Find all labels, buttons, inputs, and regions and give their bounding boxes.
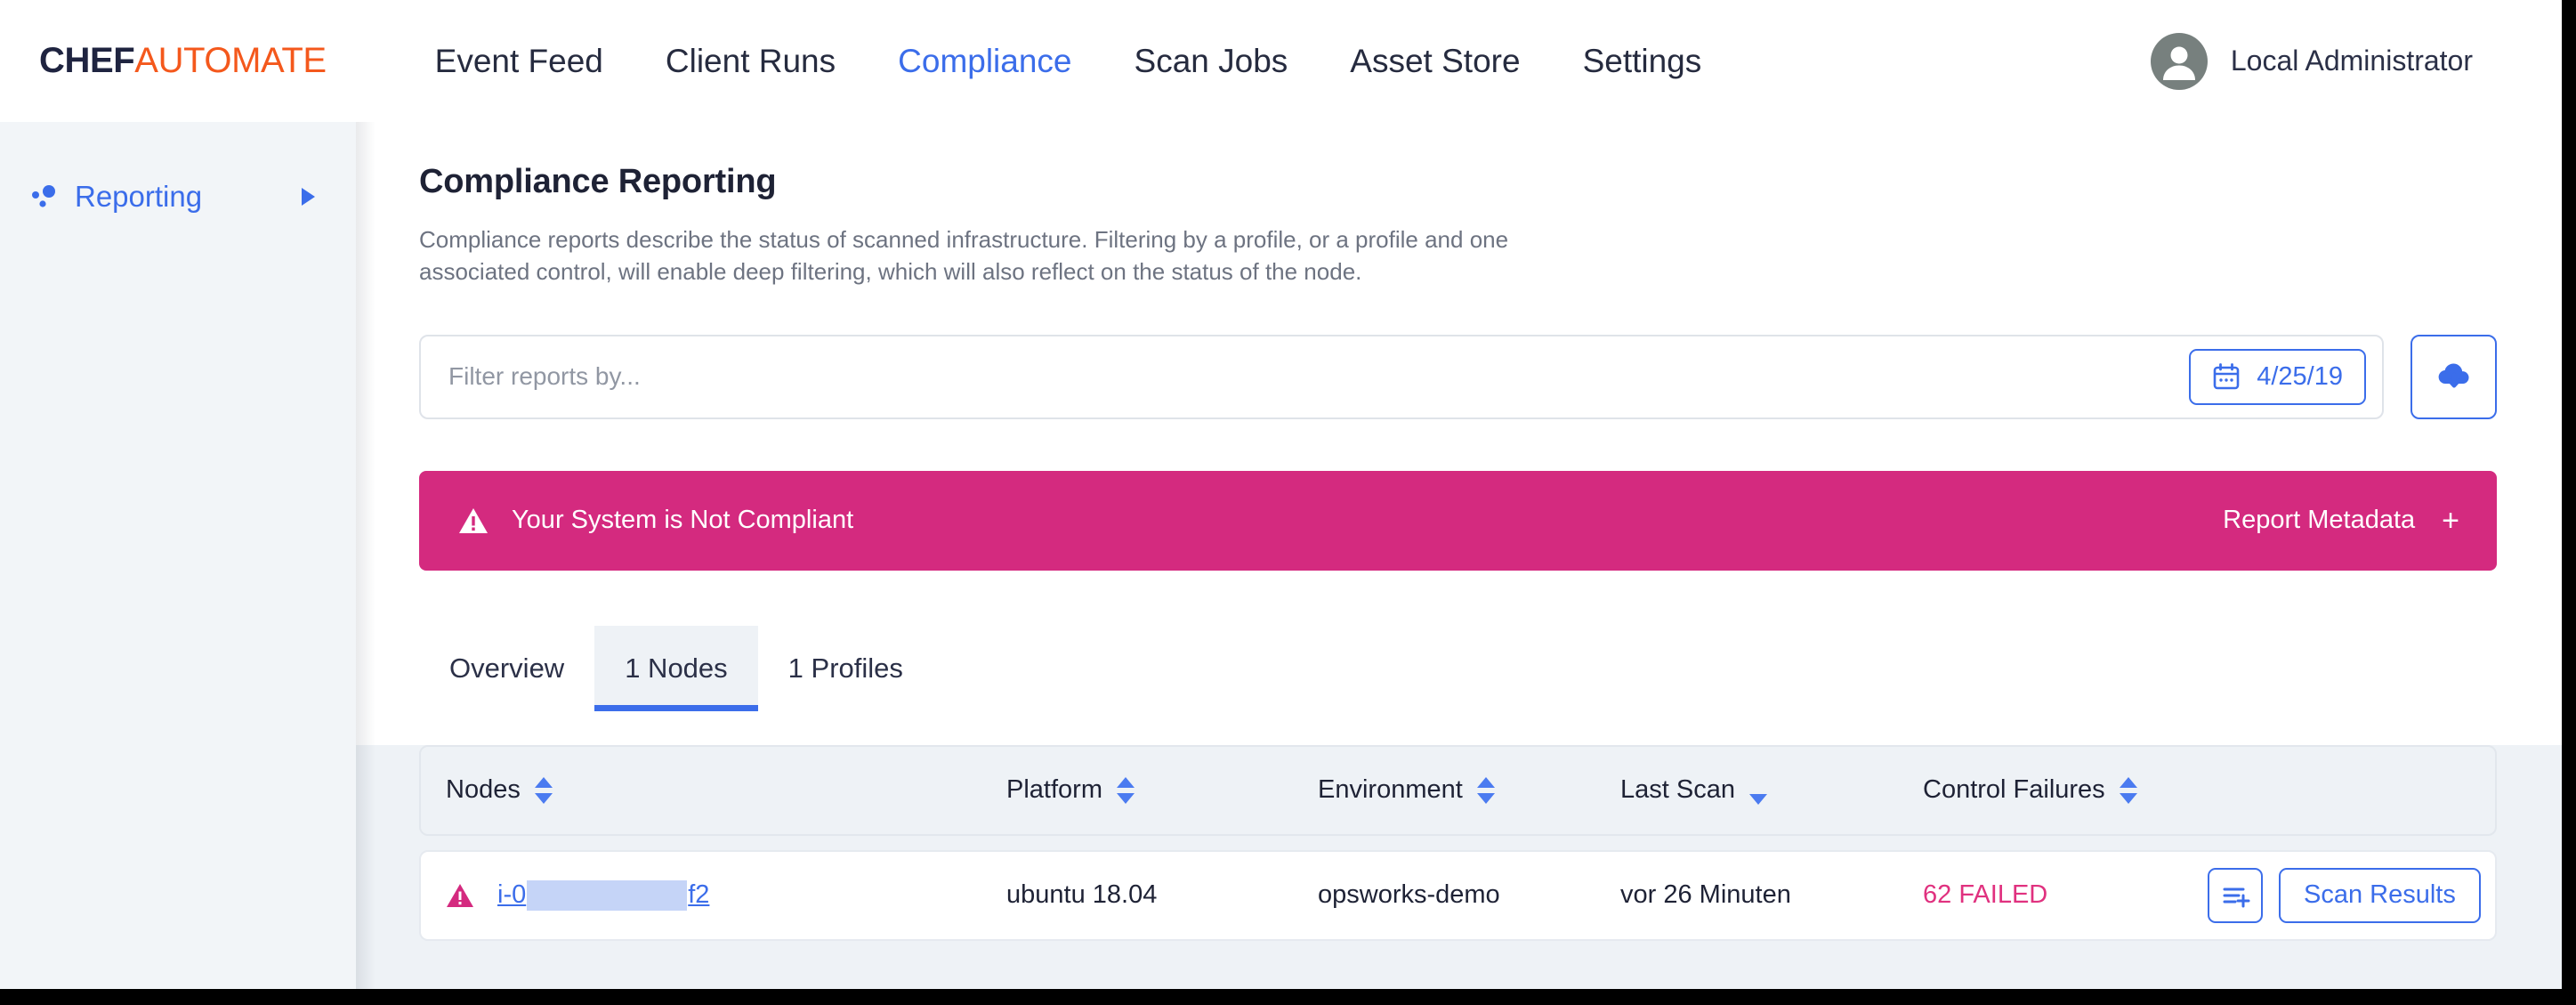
cell-environment: opsworks-demo: [1318, 880, 1620, 910]
sort-desc-icon: [534, 792, 553, 804]
cell-node: i-0 f2: [446, 879, 1006, 911]
sort-desc-icon: [1476, 792, 1495, 804]
sort-arrows-last-scan: [1748, 778, 1767, 806]
page-body: Reporting Compliance Reporting Complianc…: [0, 122, 2562, 989]
compliance-alert-banner: Your System is Not Compliant Report Meta…: [419, 470, 2497, 571]
cloud-download-icon: [2438, 363, 2469, 388]
cell-control-failures: 62 FAILED: [1923, 880, 2208, 910]
sort-desc-icon: [1116, 792, 1135, 804]
logo-chef-text: CHEF: [39, 41, 135, 80]
sort-arrows-environment: [1476, 776, 1495, 804]
header-label-nodes: Nodes: [446, 775, 521, 805]
page-description: Compliance reports describe the status o…: [419, 226, 1509, 285]
header-cell-last-scan: Last Scan: [1620, 775, 1923, 806]
alert-message-group: Your System is Not Compliant: [458, 506, 853, 536]
sort-desc-icon: [2119, 792, 2137, 804]
alert-message: Your System is Not Compliant: [512, 506, 854, 535]
table-row[interactable]: i-0 f2 ubuntu 18.04 opsworks-demo vor 26 …: [419, 849, 2497, 941]
nav-item-compliance[interactable]: Compliance: [898, 43, 1071, 80]
header-label-last-scan: Last Scan: [1620, 775, 1735, 805]
sort-nodes[interactable]: Nodes: [446, 775, 553, 805]
nav-item-settings[interactable]: Settings: [1583, 43, 1702, 80]
filter-input-wrapper[interactable]: 4/25/19: [419, 334, 2384, 419]
calendar-icon: [2213, 363, 2240, 390]
redacted-node-id: [527, 879, 688, 911]
node-name-suffix: f2: [688, 880, 710, 910]
header-cell-control-failures: Control Failures: [1923, 775, 2208, 805]
scan-results-button[interactable]: Scan Results: [2279, 867, 2481, 923]
download-report-button[interactable]: [2410, 334, 2497, 419]
app-window: CHEFAUTOMATE Event Feed Client Runs Comp…: [0, 0, 2576, 1005]
nodes-table-panel: Nodes Platform Environment Last Scan Con…: [356, 744, 2562, 989]
sidebar-item-reporting[interactable]: Reporting: [0, 165, 356, 229]
add-to-list-button[interactable]: [2208, 867, 2263, 923]
platform-value: ubuntu 18.04: [1006, 880, 1158, 910]
header-label-environment: Environment: [1318, 775, 1463, 805]
chef-automate-logo[interactable]: CHEFAUTOMATE: [39, 41, 327, 81]
sort-control-failures[interactable]: Control Failures: [1923, 775, 2137, 805]
nav-item-client-runs[interactable]: Client Runs: [666, 43, 836, 80]
sort-asc-icon: [1476, 776, 1495, 788]
main-content: Compliance Reporting Compliance reports …: [356, 122, 2562, 989]
warning-triangle-icon: [459, 507, 488, 533]
user-name-label: Local Administrator: [2230, 45, 2473, 77]
sort-asc-icon: [1116, 776, 1135, 788]
tab-bar: Overview 1 Nodes 1 Profiles: [419, 625, 2562, 711]
header-label-control-failures: Control Failures: [1923, 775, 2105, 805]
sidebar: Reporting: [0, 122, 356, 989]
dots-icon: [27, 180, 61, 214]
control-failures-value: 62 FAILED: [1923, 880, 2048, 910]
table-header-row: Nodes Platform Environment Last Scan Con…: [419, 744, 2497, 836]
primary-nav: Event Feed Client Runs Compliance Scan J…: [435, 43, 1702, 80]
node-name-link[interactable]: i-0 f2: [497, 879, 710, 911]
logo-automate-text: AUTOMATE: [134, 41, 327, 80]
plus-icon: +: [2442, 503, 2459, 538]
sort-last-scan[interactable]: Last Scan: [1620, 775, 1767, 806]
header-cell-platform: Platform: [1006, 775, 1318, 805]
sort-asc-icon: [2119, 776, 2137, 788]
tab-overview[interactable]: Overview: [419, 626, 594, 711]
search-input[interactable]: [448, 362, 2190, 392]
filter-toolbar: 4/25/19: [419, 334, 2562, 419]
sort-platform[interactable]: Platform: [1006, 775, 1135, 805]
cell-actions: Scan Results: [2208, 867, 2481, 923]
header-label-platform: Platform: [1006, 775, 1102, 805]
cell-last-scan: vor 26 Minuten: [1620, 880, 1923, 910]
page-title: Compliance Reporting: [419, 163, 777, 200]
tab-nodes[interactable]: 1 Nodes: [594, 625, 759, 711]
caret-right-icon[interactable]: [302, 188, 315, 206]
date-picker-button[interactable]: 4/25/19: [2189, 348, 2366, 405]
node-name-prefix: i-0: [497, 880, 527, 910]
avatar: [2150, 32, 2208, 90]
sort-arrows-platform: [1116, 776, 1135, 804]
cell-platform: ubuntu 18.04: [1006, 880, 1318, 910]
person-icon: [2162, 46, 2195, 80]
sort-desc-icon: [1748, 794, 1767, 806]
nav-item-asset-store[interactable]: Asset Store: [1350, 43, 1520, 80]
nav-item-scan-jobs[interactable]: Scan Jobs: [1135, 43, 1288, 80]
sort-arrows-control-failures: [2119, 776, 2137, 804]
last-scan-value: vor 26 Minuten: [1620, 880, 1791, 910]
sort-arrows-nodes: [534, 776, 553, 804]
nav-item-event-feed[interactable]: Event Feed: [435, 43, 603, 80]
warning-triangle-icon: [447, 883, 473, 907]
environment-value: opsworks-demo: [1318, 880, 1500, 910]
sidebar-item-label: Reporting: [75, 180, 203, 213]
header-cell-nodes: Nodes: [446, 775, 1006, 805]
sort-asc-icon: [534, 776, 553, 788]
sort-environment[interactable]: Environment: [1318, 775, 1495, 805]
user-menu[interactable]: Local Administrator: [2150, 32, 2473, 90]
add-to-list-icon: [2223, 887, 2250, 908]
header-cell-environment: Environment: [1318, 775, 1620, 805]
report-metadata-label: Report Metadata: [2223, 506, 2416, 535]
report-metadata-toggle[interactable]: Report Metadata +: [2223, 506, 2459, 536]
top-navigation-bar: CHEFAUTOMATE Event Feed Client Runs Comp…: [0, 0, 2562, 122]
tab-profiles[interactable]: 1 Profiles: [758, 626, 933, 711]
date-picker-value: 4/25/19: [2257, 361, 2343, 391]
